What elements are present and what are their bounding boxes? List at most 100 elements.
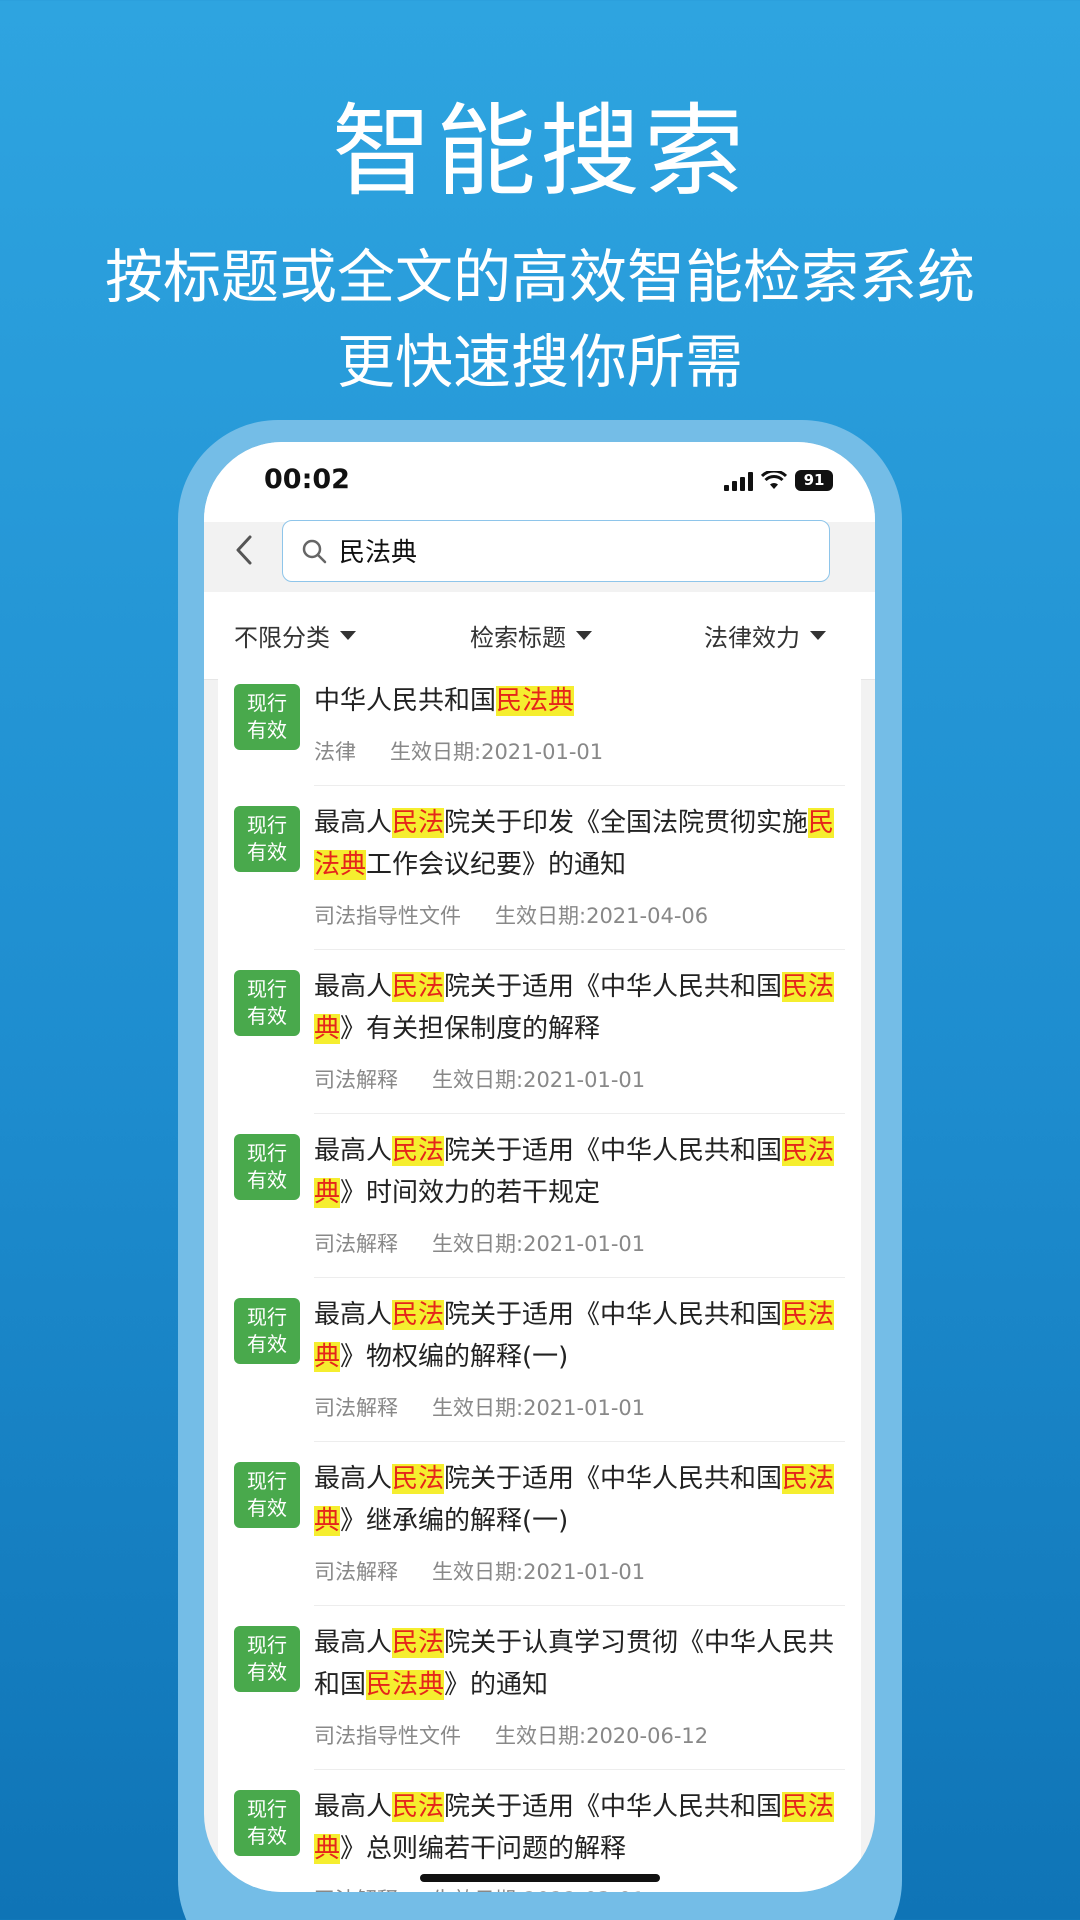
effective-date-label: 生效日期: <box>495 1724 587 1748</box>
result-title[interactable]: 最高人民法院关于适用《中华人民共和国民法典》有关担保制度的解释 <box>314 966 845 1050</box>
effective-date-label: 生效日期: <box>495 904 587 928</box>
effective-date: 2021-04-06 <box>586 904 709 928</box>
effective-date-label: 生效日期: <box>432 1396 524 1420</box>
title-text: 》时间效力的若干规定 <box>340 1178 601 1208</box>
filter-legal-effect-label: 法律效力 <box>704 624 800 652</box>
status-badge-line2: 有效 <box>247 1660 287 1684</box>
status-badge-line2: 有效 <box>247 1824 287 1848</box>
status-time: 00:02 <box>264 464 350 495</box>
highlight-term: 民法典 <box>366 1670 445 1700</box>
filter-legal-effect[interactable]: 法律效力 <box>704 618 826 653</box>
list-item[interactable]: 现行有效 最高人民法院关于适用《中华人民共和国民法典》物权编的解释(一) 司法解释 生… <box>234 1278 845 1442</box>
result-meta: 法律 生效日期:2021-01-01 <box>314 736 603 766</box>
title-text: 院关于印发《全国法院贯彻实施 <box>444 808 809 838</box>
effective-date: 2021-01-01 <box>523 1232 646 1256</box>
signal-icon <box>724 471 753 491</box>
hero-subtitle-line1: 按标题或全文的高效智能检索系统 <box>104 243 975 311</box>
title-text: 最高人 <box>314 808 393 838</box>
title-text: 最高人 <box>314 1464 393 1494</box>
effective-date: 2020-06-12 <box>586 1724 709 1748</box>
title-text: 最高人 <box>314 972 393 1002</box>
filter-search-scope[interactable]: 检索标题 <box>470 618 592 653</box>
result-title[interactable]: 最高人民法院关于适用《中华人民共和国民法典》继承编的解释(一) <box>314 1458 845 1542</box>
status-icons: 91 <box>724 470 833 491</box>
caret-down-icon <box>340 631 356 640</box>
effective-date: 2021-01-01 <box>523 1068 646 1092</box>
result-category: 司法解释 <box>314 1232 398 1256</box>
list-item[interactable]: 现行 有效 最高人民法院关于适用《中华人民共和国民法典》有关担保制度的解释 司法解释生… <box>234 950 845 1114</box>
status-badge-line1: 现行 <box>247 1141 287 1165</box>
title-text: 院关于适用《中华人民共和国 <box>444 1300 783 1330</box>
result-meta: 司法解释 生效日期:2022-03-01 <box>314 1884 645 1892</box>
status-badge: 现行 有效 <box>234 1626 300 1692</box>
status-badge-line1: 现行 <box>247 1469 287 1493</box>
status-badge-line2: 有效 <box>247 1332 287 1356</box>
highlight-term: 民法 <box>392 972 445 1002</box>
result-category: 司法解释 <box>314 1396 398 1420</box>
result-title[interactable]: 最高人民法院关于适用《中华人民共和国民法典》时间效力的若干规定 <box>314 1130 845 1214</box>
caret-down-icon <box>576 631 592 640</box>
search-input[interactable] <box>339 521 809 580</box>
list-item[interactable]: 现行 有效 中华人民共和国民法典 法律 生效日期:2021-01-01 <box>234 664 845 786</box>
results-list: 现行 有效 中华人民共和国民法典 法律 生效日期:2021-01-01 现行 有效 最高人民法… <box>218 664 861 1892</box>
result-title[interactable]: 中华人民共和国民法典 <box>314 680 845 722</box>
status-badge-line2: 有效 <box>247 718 287 742</box>
result-meta: 司法解释 生效日期:2021-01-01 <box>314 1392 645 1422</box>
title-text: 最高人 <box>314 1300 393 1330</box>
effective-date-label: 生效日期: <box>432 1888 523 1892</box>
status-badge: 现行 有效 <box>234 1790 300 1856</box>
status-badge: 现行 有效 <box>234 1134 300 1200</box>
phone-screen: 00:02 91 不限分类 检索标题 法律效力 <box>204 442 875 1892</box>
list-item[interactable]: 现行 有效 最高人民法院关于适用《中华人民共和国民法典》时间效力的若干规定 司法解释生… <box>234 1114 845 1278</box>
home-indicator[interactable] <box>420 1874 660 1882</box>
highlight-term: 民法 <box>392 808 445 838</box>
filter-category-label: 不限分类 <box>234 624 330 652</box>
status-badge-line2: 有效 <box>247 1004 287 1028</box>
status-badge-line1: 现行 <box>247 813 287 837</box>
highlight-term: 民法 <box>392 1792 445 1822</box>
result-title[interactable]: 最高人民法院关于适用《中华人民共和国民法典》物权编的解释(一) <box>314 1294 845 1378</box>
status-bar: 00:02 91 <box>204 442 875 522</box>
title-text: 院关于适用《中华人民共和国 <box>444 1792 783 1822</box>
list-item[interactable]: 现行 有效 最高人民法院关于认真学习贯彻《中华人民共和国民法典》的通知 司法指导性文件… <box>234 1606 845 1770</box>
title-text: 》总则编若干问题的解释 <box>340 1834 627 1864</box>
back-icon[interactable] <box>232 532 256 568</box>
status-badge-line2: 有效 <box>247 1496 287 1520</box>
list-item[interactable]: 现行 有效 最高人民法院关于印发《全国法院贯彻实施民法典工作会议纪要》的通知 司法指导… <box>234 786 845 950</box>
effective-date-label: 生效日期: <box>390 740 482 764</box>
result-meta: 司法解释 生效日期:2021-01-01 <box>314 1228 645 1258</box>
list-item[interactable]: 现行 有效 最高人民法院关于适用《中华人民共和国民法典》继承编的解释(一) 司法解释生… <box>234 1442 845 1606</box>
status-badge-line1: 现行 <box>247 977 287 1001</box>
status-badge-line2: 有效 <box>247 1168 287 1192</box>
search-icon <box>302 539 327 564</box>
title-text: 院关于适用《中华人民共和国 <box>444 1464 783 1494</box>
status-badge-line1: 现行 <box>247 1305 287 1329</box>
result-title[interactable]: 最高人民法院关于认真学习贯彻《中华人民共和国民法典》的通知 <box>314 1622 845 1706</box>
title-text: 》有关担保制度的解释 <box>340 1014 601 1044</box>
status-badge-line2: 有效 <box>247 840 287 864</box>
effective-date: 2021-01-01 <box>523 1396 646 1420</box>
hero-title: 智能搜索 <box>332 93 748 210</box>
status-badge: 现行 有效 <box>234 806 300 872</box>
wifi-icon <box>761 470 787 489</box>
title-text: 》物权编的解释(一) <box>340 1342 569 1372</box>
effective-date-label: 生效日期: <box>432 1560 524 1584</box>
filter-category[interactable]: 不限分类 <box>234 618 356 653</box>
result-title[interactable]: 最高人民法院关于适用《中华人民共和国民法典》总则编若干问题的解释 <box>314 1786 845 1870</box>
filter-search-scope-label: 检索标题 <box>470 624 566 652</box>
status-badge: 现行 有效 <box>234 1462 300 1528</box>
search-box[interactable] <box>282 520 830 582</box>
result-category: 法律 <box>314 740 356 764</box>
result-meta: 司法指导性文件 生效日期:2020-06-12 <box>314 1720 708 1750</box>
result-title[interactable]: 最高人民法院关于印发《全国法院贯彻实施民法典工作会议纪要》的通知 <box>314 802 845 886</box>
battery-icon: 91 <box>795 470 833 491</box>
title-text: 工作会议纪要》的通知 <box>366 850 627 880</box>
highlight-term: 民法 <box>392 1464 445 1494</box>
result-category: 司法指导性文件 <box>314 1724 461 1748</box>
result-category: 司法解释 <box>314 1068 398 1092</box>
title-text: 院关于适用《中华人民共和国 <box>444 1136 783 1166</box>
status-badge: 现行 有效 <box>234 684 300 750</box>
status-badge-line1: 现行 <box>247 1633 287 1657</box>
caret-down-icon <box>810 631 826 640</box>
result-meta: 司法解释 生效日期:2021-01-01 <box>314 1556 645 1586</box>
